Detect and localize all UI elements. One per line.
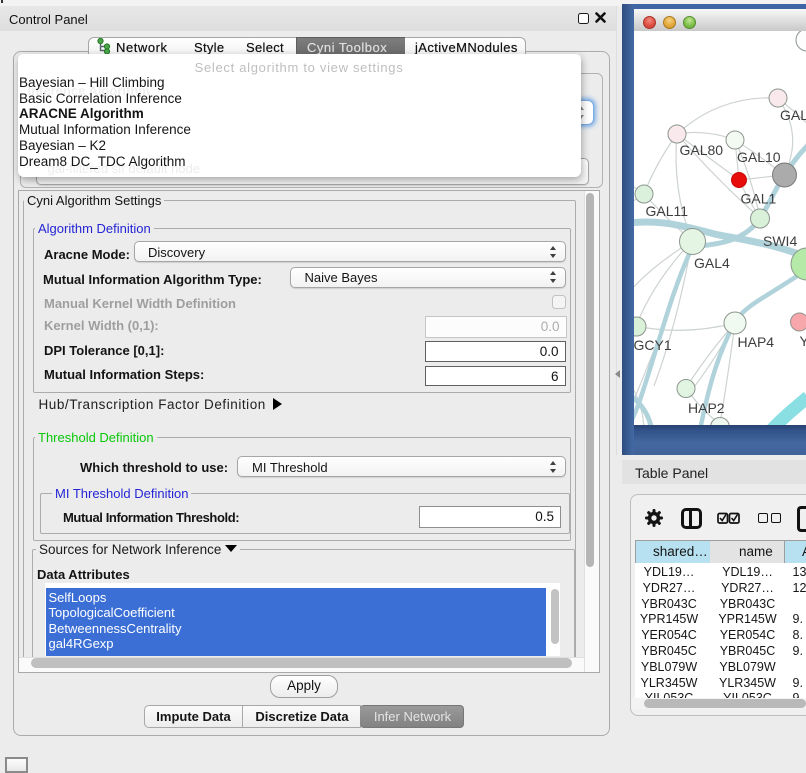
svg-text:GAL11: GAL11 [646,203,689,219]
svg-text:GAL80: GAL80 [680,142,724,158]
svg-text:GCY1: GCY1 [634,337,672,353]
svg-text:GAL1: GAL1 [741,191,777,207]
svg-text:GAL4: GAL4 [694,255,730,271]
svg-text:SWI4: SWI4 [763,233,797,249]
svg-text:GAL7: GAL7 [780,107,806,123]
svg-text:GAL10: GAL10 [737,149,781,165]
svg-text:HAP4: HAP4 [738,334,775,350]
svg-text:HAP2: HAP2 [688,400,725,416]
svg-text:Y: Y [800,333,806,349]
